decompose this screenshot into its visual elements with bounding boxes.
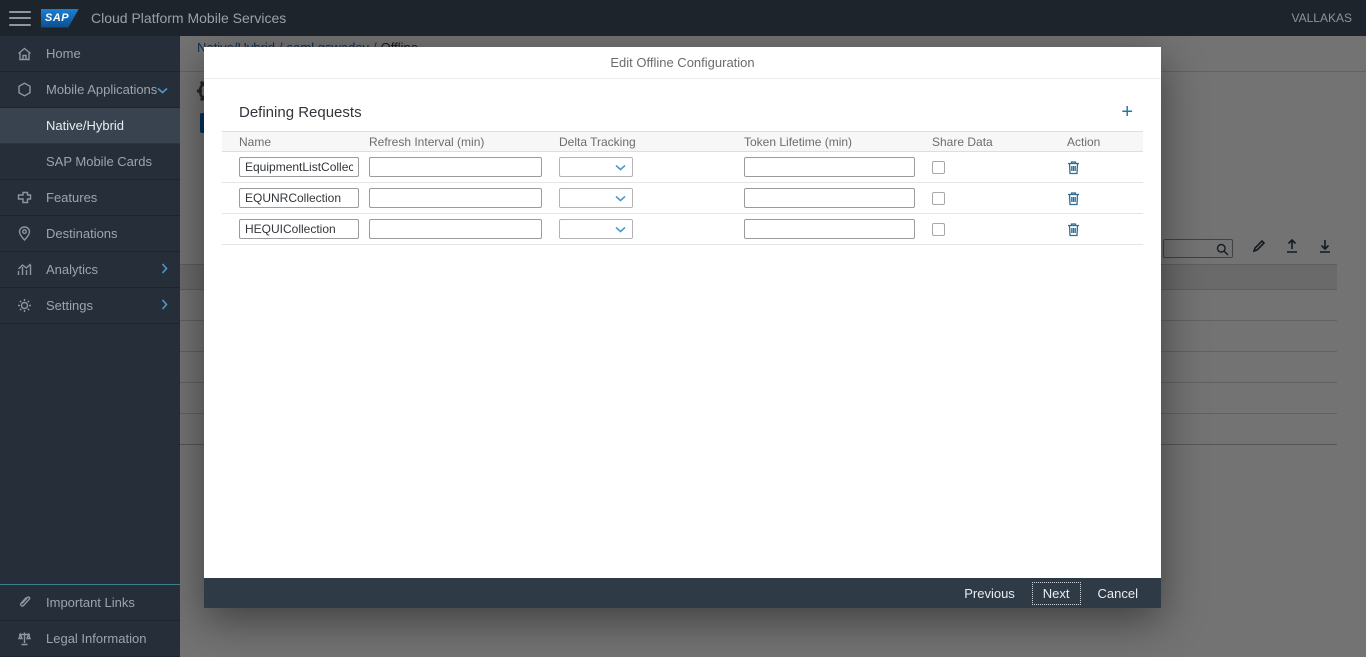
sidebar-item-important-links[interactable]: Important Links	[0, 585, 180, 621]
delta-tracking-select[interactable]	[559, 188, 633, 208]
name-input[interactable]	[239, 157, 359, 177]
table-row	[222, 183, 1143, 214]
trash-icon	[1067, 191, 1080, 206]
share-data-checkbox[interactable]	[932, 223, 945, 236]
chevron-down-icon	[615, 195, 626, 202]
dialog-header: Edit Offline Configuration	[204, 47, 1161, 79]
token-lifetime-input[interactable]	[744, 157, 915, 177]
home-icon	[15, 47, 33, 61]
dialog-title: Edit Offline Configuration	[610, 55, 754, 70]
name-input[interactable]	[239, 219, 359, 239]
top-bar: SAP Cloud Platform Mobile Services VALLA…	[0, 0, 1366, 36]
sidebar-item-label: SAP Mobile Cards	[46, 154, 152, 169]
user-name[interactable]: VALLAKAS	[1292, 11, 1352, 25]
table-row	[222, 214, 1143, 245]
chevron-down-icon	[157, 82, 168, 97]
refresh-interval-input[interactable]	[369, 219, 542, 239]
delta-tracking-select[interactable]	[559, 157, 633, 177]
sidebar-item-analytics[interactable]: Analytics	[0, 252, 180, 288]
section-title: Defining Requests	[239, 104, 362, 121]
sidebar-item-settings[interactable]: Settings	[0, 288, 180, 324]
trash-icon	[1067, 160, 1080, 175]
add-request-button[interactable]: +	[1121, 103, 1133, 121]
sidebar-item-label: Native/Hybrid	[46, 118, 124, 133]
chevron-down-icon	[615, 164, 626, 171]
column-header-delta-tracking: Delta Tracking	[542, 135, 727, 149]
refresh-interval-input[interactable]	[369, 188, 542, 208]
map-pin-icon	[15, 226, 33, 241]
previous-button[interactable]: Previous	[953, 582, 1026, 605]
app-title: Cloud Platform Mobile Services	[91, 10, 286, 26]
sap-logo: SAP	[41, 9, 79, 28]
table-header-row: Name Refresh Interval (min) Delta Tracki…	[222, 131, 1143, 152]
sidebar-item-label: Legal Information	[46, 631, 146, 646]
column-header-token-lifetime: Token Lifetime (min)	[727, 135, 915, 149]
sidebar-item-label: Home	[46, 46, 81, 61]
column-header-share-data: Share Data	[915, 135, 1050, 149]
link-icon	[15, 595, 33, 610]
delete-row-button[interactable]	[1067, 191, 1080, 206]
share-data-checkbox[interactable]	[932, 192, 945, 205]
sidebar-item-features[interactable]: Features	[0, 180, 180, 216]
chevron-right-icon	[161, 298, 168, 313]
sidebar-item-native-hybrid[interactable]: Native/Hybrid	[0, 108, 180, 144]
menu-toggle-icon[interactable]	[9, 11, 31, 26]
sidebar-item-destinations[interactable]: Destinations	[0, 216, 180, 252]
table-row	[222, 152, 1143, 183]
delete-row-button[interactable]	[1067, 222, 1080, 237]
chevron-right-icon	[161, 262, 168, 277]
cancel-button[interactable]: Cancel	[1087, 582, 1149, 605]
sidebar-spacer	[0, 324, 180, 584]
settings-gear-icon	[15, 298, 33, 313]
features-icon	[15, 191, 33, 204]
delta-tracking-select[interactable]	[559, 219, 633, 239]
chevron-down-icon	[615, 226, 626, 233]
dialog-body: Defining Requests + Name Refresh Interva…	[204, 79, 1161, 578]
token-lifetime-input[interactable]	[744, 188, 915, 208]
sidebar-nav: Home Mobile Applications Native/Hybrid S…	[0, 36, 180, 657]
column-header-refresh-interval: Refresh Interval (min)	[352, 135, 542, 149]
legal-scales-icon	[15, 631, 33, 646]
sidebar-item-mobile-applications[interactable]: Mobile Applications	[0, 72, 180, 108]
edit-offline-configuration-dialog: Edit Offline Configuration Defining Requ…	[204, 47, 1161, 608]
column-header-action: Action	[1050, 135, 1143, 149]
trash-icon	[1067, 222, 1080, 237]
analytics-chart-icon	[15, 263, 33, 276]
sidebar-item-sap-mobile-cards[interactable]: SAP Mobile Cards	[0, 144, 180, 180]
refresh-interval-input[interactable]	[369, 157, 542, 177]
column-header-name: Name	[222, 135, 352, 149]
next-button[interactable]: Next	[1032, 582, 1081, 605]
share-data-checkbox[interactable]	[932, 161, 945, 174]
sidebar-item-label: Important Links	[46, 595, 135, 610]
sidebar-item-label: Analytics	[46, 262, 98, 277]
sidebar-item-label: Features	[46, 190, 97, 205]
delete-row-button[interactable]	[1067, 160, 1080, 175]
sidebar-item-label: Destinations	[46, 226, 118, 241]
dialog-footer: Previous Next Cancel	[204, 578, 1161, 608]
hexagon-icon	[15, 82, 33, 97]
sidebar-item-legal-information[interactable]: Legal Information	[0, 621, 180, 657]
sidebar-item-label: Mobile Applications	[46, 82, 157, 97]
name-input[interactable]	[239, 188, 359, 208]
sidebar-item-home[interactable]: Home	[0, 36, 180, 72]
token-lifetime-input[interactable]	[744, 219, 915, 239]
sidebar-item-label: Settings	[46, 298, 93, 313]
